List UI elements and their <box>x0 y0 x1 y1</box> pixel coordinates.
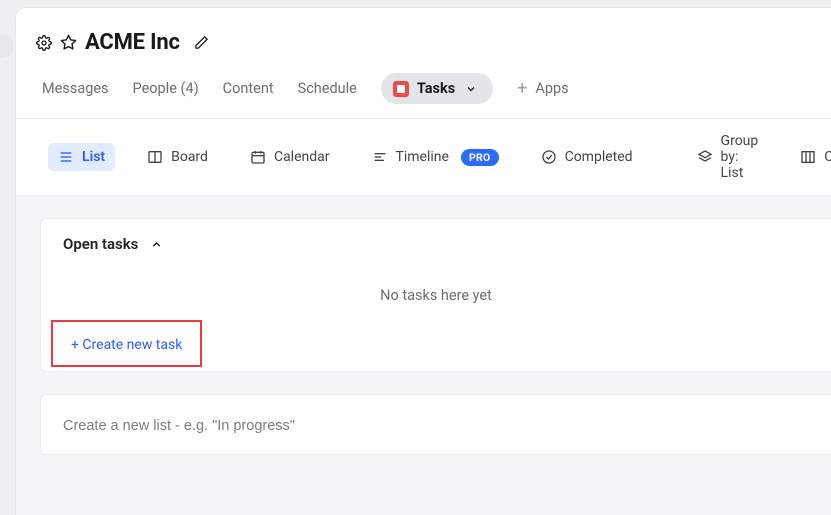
board-icon <box>147 149 163 165</box>
open-tasks-heading: Open tasks <box>63 235 138 253</box>
gear-icon[interactable] <box>36 35 52 51</box>
create-new-list-panel <box>40 394 831 455</box>
list-icon <box>58 149 74 165</box>
view-toolbar: List Board Calendar Timeline PRO <box>16 118 831 196</box>
chevron-down-icon <box>465 83 477 95</box>
pencil-icon[interactable] <box>194 35 209 50</box>
view-timeline-button[interactable]: Timeline PRO <box>362 143 509 172</box>
calendar-icon <box>250 149 266 165</box>
tab-apps-label: Apps <box>535 80 568 97</box>
groupby-label: Group by: List <box>721 133 759 181</box>
view-calendar-label: Calendar <box>274 149 330 165</box>
columns-label: Column <box>824 149 831 165</box>
create-new-list-input[interactable] <box>63 418 809 434</box>
layers-icon <box>697 149 713 165</box>
columns-icon <box>800 149 816 165</box>
plus-icon: + <box>517 80 527 98</box>
highlighted-create-task-region: + Create new task <box>51 320 202 367</box>
tab-apps[interactable]: + Apps <box>517 80 568 98</box>
star-icon[interactable] <box>60 34 77 51</box>
chevron-up-icon <box>150 238 163 251</box>
empty-state-text: No tasks here yet <box>41 287 831 304</box>
columns-button[interactable]: Column <box>790 143 831 171</box>
view-board-button[interactable]: Board <box>137 143 218 171</box>
view-completed-button[interactable]: Completed <box>531 143 643 171</box>
groupby-button[interactable]: Group by: List <box>687 127 769 187</box>
tasks-icon <box>393 81 409 97</box>
view-completed-label: Completed <box>565 149 633 165</box>
create-task-button[interactable]: + Create new task <box>71 337 182 353</box>
timeline-icon <box>372 149 388 165</box>
tab-tasks-label: Tasks <box>417 80 455 97</box>
pro-badge: PRO <box>461 149 499 166</box>
check-circle-icon <box>541 149 557 165</box>
tab-content[interactable]: Content <box>223 80 274 97</box>
tab-people[interactable]: People (4) <box>133 80 199 97</box>
tasks-body: Open tasks No tasks here yet + Create ne… <box>16 196 831 515</box>
workspace-header: ACME Inc <box>16 8 831 61</box>
tab-messages[interactable]: Messages <box>42 80 109 97</box>
view-list-label: List <box>82 149 105 165</box>
view-board-label: Board <box>171 149 208 165</box>
workspace-card: ACME Inc Messages People (4) Content Sch… <box>16 8 831 515</box>
primary-tabs: Messages People (4) Content Schedule Tas… <box>16 61 831 118</box>
workspace-title: ACME Inc <box>85 30 180 55</box>
tab-schedule[interactable]: Schedule <box>298 80 357 97</box>
tab-tasks[interactable]: Tasks <box>381 73 493 104</box>
open-tasks-panel: Open tasks No tasks here yet + Create ne… <box>40 218 831 372</box>
open-tasks-heading-row[interactable]: Open tasks <box>41 219 831 253</box>
view-calendar-button[interactable]: Calendar <box>240 143 340 171</box>
collapsed-sidebar-handle[interactable] <box>0 34 14 58</box>
view-timeline-label: Timeline <box>396 149 449 165</box>
view-list-button[interactable]: List <box>48 143 115 171</box>
